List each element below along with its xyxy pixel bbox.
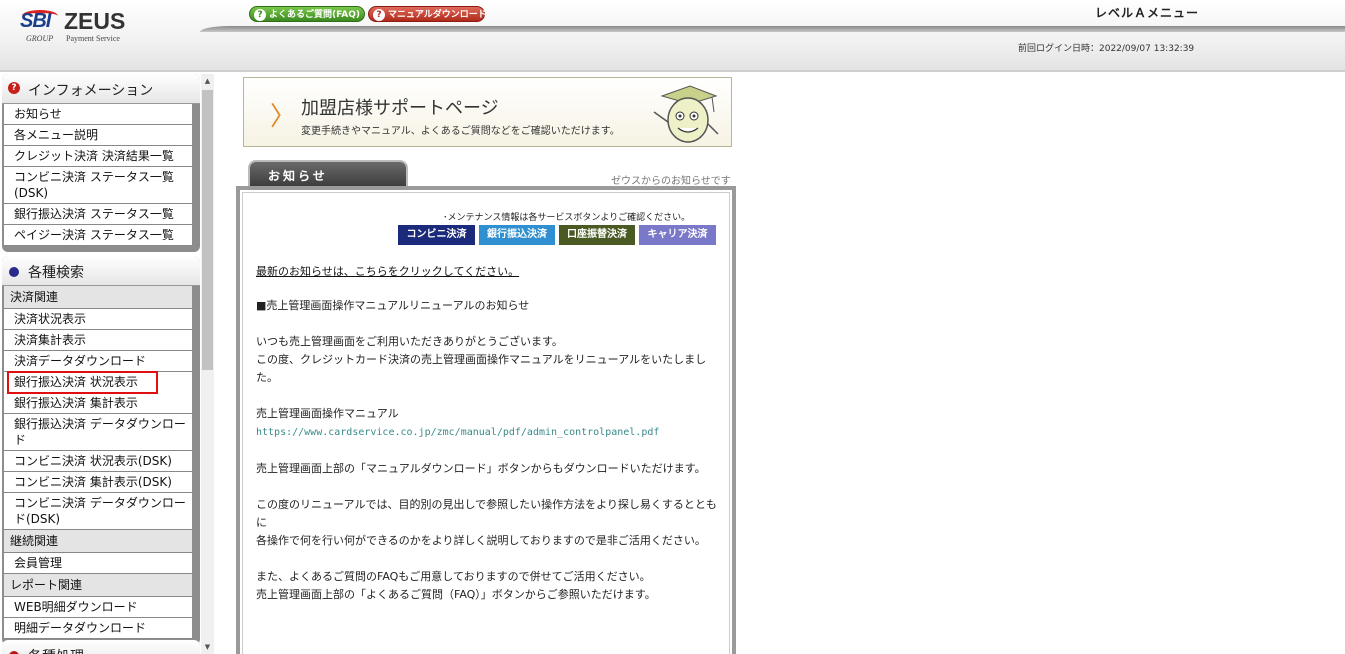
sidebar-scrollbar[interactable]: ▲ ▼ <box>201 74 214 654</box>
notice-box: ･メンテナンス情報は各サービスボタンよりご確認ください。 コンビニ決済 銀行振込… <box>236 186 736 654</box>
zeus-logo[interactable]: SBI ZEUS GROUP Payment Service <box>20 8 130 44</box>
sidebar-item-member-management[interactable]: 会員管理 <box>4 553 192 574</box>
level-title: レベルＡメニュー <box>1095 6 1200 20</box>
tab-notice[interactable]: お知らせ <box>248 160 408 188</box>
sidebar-item-bank-download[interactable]: 銀行振込決済 データダウンロード <box>4 414 192 451</box>
support-page-banner[interactable]: 〉 加盟店様サポートページ 変更手続きやマニュアル、よくあるご質問などをご確認い… <box>243 77 732 147</box>
sidebar-item-notice[interactable]: お知らせ <box>4 104 192 125</box>
scroll-up-arrow-icon[interactable]: ▲ <box>201 74 214 88</box>
question-icon: ? <box>373 9 385 21</box>
logo-payment-service: Payment Service <box>66 34 120 43</box>
sidebar-item-konbini-download[interactable]: コンビニ決済 データダウンロード(DSK) <box>4 493 192 530</box>
sidebar-item-bank-status-view[interactable]: 銀行振込決済 状況表示 <box>7 371 158 394</box>
sidebar: ? インフォメーション お知らせ 各メニュー説明 クレジット決済 決済結果一覧 … <box>0 74 214 654</box>
carrier-service-button[interactable]: キャリア決済 <box>639 225 716 245</box>
search-panel-title: 各種検索 <box>28 265 84 281</box>
faq-button-label: よくあるご質問(FAQ) <box>269 10 360 20</box>
sidebar-item-bank-status[interactable]: 銀行振込決済 ステータス一覧 <box>4 204 192 225</box>
sidebar-item-statement-data[interactable]: 明細データダウンロード <box>4 618 192 639</box>
support-subtitle: 変更手続きやマニュアル、よくあるご質問などをご確認いただけます。 <box>301 126 620 137</box>
process-panel-header: 各種処理 <box>2 640 200 654</box>
logo-zeus: ZEUS <box>64 8 126 34</box>
notice-paragraph: いつも売上管理画面をご利用いただきありがとうございます。 <box>256 335 563 348</box>
latest-notice-link[interactable]: 最新のお知らせは、こちらをクリックしてください。 <box>256 263 726 281</box>
konbini-service-button[interactable]: コンビニ決済 <box>398 225 475 245</box>
manual-label: 売上管理画面操作マニュアル <box>256 407 399 420</box>
question-icon: ? <box>8 82 20 94</box>
info-panel-title: インフォメーション <box>28 83 154 99</box>
maintenance-note: ･メンテナンス情報は各サービスボタンよりご確認ください。 <box>443 213 691 223</box>
notice-heading: ■売上管理画面操作マニュアルリニューアルのお知らせ <box>256 299 530 312</box>
sidebar-item-credit-results[interactable]: クレジット決済 決済結果一覧 <box>4 146 192 167</box>
tab-notice-label: お知らせ <box>268 169 328 183</box>
notice-paragraph: 売上管理画面上部の「よくあるご質問（FAQ）」ボタンからご参照いただけます。 <box>256 588 656 601</box>
header: SBI ZEUS GROUP Payment Service ? よくあるご質問… <box>0 0 1345 72</box>
logo-sbi: SBI <box>20 10 51 32</box>
sidebar-item-konbini-status[interactable]: コンビニ決済 ステータス一覧(DSK) <box>4 167 192 204</box>
support-title: 加盟店様サポートページ <box>301 98 499 119</box>
sidebar-item-label: コンビニ決済 ステータス一覧(DSK) <box>14 170 174 200</box>
info-panel: ? インフォメーション お知らせ 各メニュー説明 クレジット決済 決済結果一覧 … <box>2 74 200 252</box>
sidebar-item-web-statement[interactable]: WEB明細ダウンロード <box>4 597 192 618</box>
main-content: 〉 加盟店様サポートページ 変更手続きやマニュアル、よくあるご質問などをご確認い… <box>224 74 750 654</box>
process-panel-title: 各種処理 <box>28 646 84 654</box>
faq-button[interactable]: ? よくあるご質問(FAQ) <box>249 6 365 22</box>
bank-transfer-service-button[interactable]: 銀行振込決済 <box>479 225 555 245</box>
question-icon: ? <box>254 9 266 21</box>
scroll-thumb[interactable] <box>202 90 213 370</box>
sidebar-item-konbini-summary[interactable]: コンビニ決済 集計表示(DSK) <box>4 472 192 493</box>
manual-download-button[interactable]: ? マニュアルダウンロード <box>368 6 487 22</box>
chevron-right-icon: 〉 <box>270 101 297 131</box>
sidebar-item-payment-summary[interactable]: 決済集計表示 <box>4 330 192 351</box>
search-panel-header: 各種検索 <box>2 256 200 286</box>
notice-paragraph: この度、クレジットカード決済の売上管理画面操作マニュアルをリニューアルをいたしま… <box>256 353 707 384</box>
sidebar-item-payment-status[interactable]: 決済状況表示 <box>4 309 192 330</box>
logo-group: GROUP <box>26 34 54 43</box>
notice-content: 最新のお知らせは、こちらをクリックしてください。 ■売上管理画面操作マニュアルリ… <box>256 263 726 604</box>
last-login: 前回ログイン日時：2022/09/07 13:32:39 <box>1018 44 1195 54</box>
sidebar-item-bank-summary[interactable]: 銀行振込決済 集計表示 <box>4 393 192 414</box>
manual-url-link[interactable]: https://www.cardservice.co.jp/zmc/manual… <box>256 427 659 438</box>
mascot-icon <box>653 85 719 143</box>
account-transfer-service-button[interactable]: 口座振替決済 <box>559 225 635 245</box>
notice-paragraph: 売上管理画面上部の「マニュアルダウンロード」ボタンからもダウンロードいただけます… <box>256 462 706 475</box>
category-report: レポート関連 <box>4 574 192 597</box>
bullet-icon <box>9 267 19 277</box>
search-menu: 決済関連 決済状況表示 決済集計表示 決済データダウンロード 銀行振込決済 状況… <box>4 286 192 639</box>
sidebar-item-payment-download[interactable]: 決済データダウンロード <box>4 351 192 372</box>
notice-paragraph: 各操作で何を行い何ができるのかをより詳しく説明しておりますので是非ご活用ください… <box>256 534 706 547</box>
notice-paragraph: また、よくあるご質問のFAQもご用意しておりますので併せてご活用ください。 <box>256 570 651 583</box>
info-menu: お知らせ 各メニュー説明 クレジット決済 決済結果一覧 コンビニ決済 ステータス… <box>4 104 192 246</box>
info-panel-header: ? インフォメーション <box>2 74 200 104</box>
search-panel: 各種検索 決済関連 決済状況表示 決済集計表示 決済データダウンロード 銀行振込… <box>2 256 200 645</box>
header-swoosh <box>200 26 1345 32</box>
category-continuous: 継続関連 <box>4 530 192 553</box>
manual-button-label: マニュアルダウンロード <box>388 10 487 20</box>
notice-paragraph: この度のリニューアルでは、目的別の見出しで参照したい操作方法をより探し易くすると… <box>256 498 717 529</box>
header-divider <box>0 70 1345 72</box>
page-root: { "header": { "logo": { "sbi": "SBI", "z… <box>0 0 1345 654</box>
process-panel: 各種処理 <box>2 640 200 654</box>
sidebar-item-payeasy-status[interactable]: ペイジー決済 ステータス一覧 <box>4 225 192 246</box>
sidebar-item-konbini-status-view[interactable]: コンビニ決済 状況表示(DSK) <box>4 451 192 472</box>
scroll-down-arrow-icon[interactable]: ▼ <box>201 640 214 654</box>
tab-note: ゼウスからのお知らせです <box>611 176 731 187</box>
notice-inner: ･メンテナンス情報は各サービスボタンよりご確認ください。 コンビニ決済 銀行振込… <box>242 192 730 654</box>
category-payment: 決済関連 <box>4 286 192 309</box>
sidebar-item-menu-guide[interactable]: 各メニュー説明 <box>4 125 192 146</box>
